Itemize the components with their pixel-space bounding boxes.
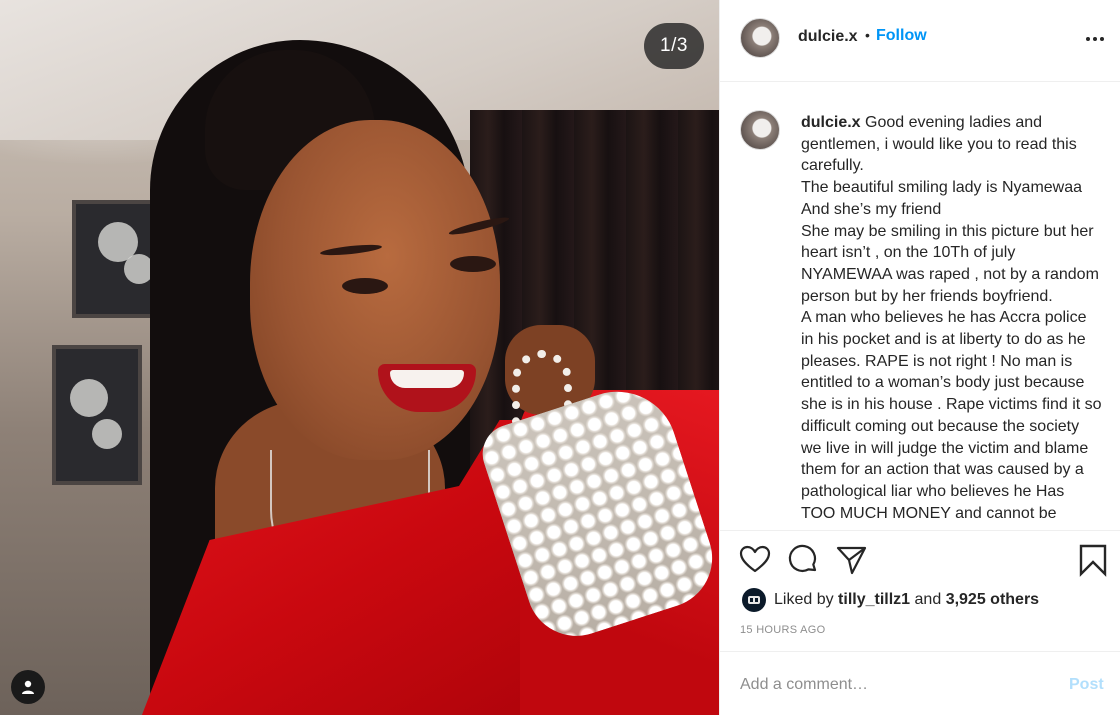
caption-line: them for an action that was caused by a [801,461,1084,479]
caption-line: pleases. RAPE is not right ! No man is [801,352,1073,370]
photo-eye [342,278,388,294]
caption-line: And she’s my friend [801,200,942,218]
caption-avatar[interactable] [740,110,780,150]
caption-line: in his pocket and is at liberty to do as… [801,331,1086,349]
user-tag-icon [22,680,34,694]
header-separator: • [865,27,870,43]
post-sidebar: dulcie.x • Follow dulcie.x Good evening … [719,0,1120,715]
caption-line: carefully. [801,157,864,175]
caption-text: dulcie.x Good evening ladies and gentlem… [801,112,1111,524]
share-icon[interactable] [834,543,868,577]
caption-line: pathological liar who believes he Has [801,482,1065,500]
caption-line: heart isn’t , on the 10Th of july [801,244,1016,262]
likes-count[interactable]: 3,925 others [946,591,1039,608]
caption-line: NYAMEWAA was raped , not by a random [801,265,1099,283]
liker-username[interactable]: tilly_tillz1 [838,591,910,608]
caption-line: A man who believes he has Accra police [801,309,1087,327]
comment-icon[interactable] [786,543,820,577]
caption-line: she is in his house . Rape victims find … [801,396,1102,414]
wall-frame [52,345,142,485]
more-options-icon [1086,37,1090,41]
caption-line: She may be smiling in this picture but h… [801,222,1094,240]
header-username[interactable]: dulcie.x [798,28,858,46]
caption-line: entitled to a woman’s body just because [801,374,1085,392]
caption-line: person but by her friends boyfriend. [801,287,1053,305]
comment-input[interactable] [740,672,1040,698]
follow-button[interactable]: Follow [876,27,927,45]
caption-line: difficult coming out because the society [801,417,1080,435]
action-bar: Liked by tilly_tillz1 and 3,925 others 1… [720,530,1120,650]
caption-area[interactable]: dulcie.x Good evening ladies and gentlem… [720,83,1120,530]
user-tag-button[interactable] [11,670,45,704]
caption-line: TOO MUCH MONEY and cannot be [801,504,1057,522]
photo-teeth [390,370,464,388]
carousel-counter: 1/3 [644,23,704,69]
likes-text: Liked by tilly_tillz1 and 3,925 others [774,591,1040,608]
post-timestamp[interactable]: 15 HOURS AGO [740,624,826,636]
comment-bar: Post [720,651,1120,715]
photo-eye [450,256,496,272]
likes-row: Liked by tilly_tillz1 and 3,925 others [742,588,1039,612]
caption-line: The beautiful smiling lady is Nyamewaa [801,179,1083,197]
caption-line: dulcie.x Good evening ladies and [801,114,1043,131]
heart-icon[interactable] [738,543,772,577]
post-header: dulcie.x • Follow [720,0,1120,82]
caption-username[interactable]: dulcie.x [801,114,861,131]
liker-avatar-icon [748,596,760,604]
caption-line: gentlemen, i would like you to read this [801,135,1077,153]
liker-avatar[interactable] [742,588,766,612]
avatar[interactable] [740,18,780,58]
more-options-button[interactable] [1082,26,1108,52]
bookmark-icon[interactable] [1076,543,1110,577]
caption-line: we live in will judge the victim and bla… [801,439,1089,457]
post-photo[interactable]: 1/3 [0,0,719,715]
post-button[interactable]: Post [1069,676,1104,694]
